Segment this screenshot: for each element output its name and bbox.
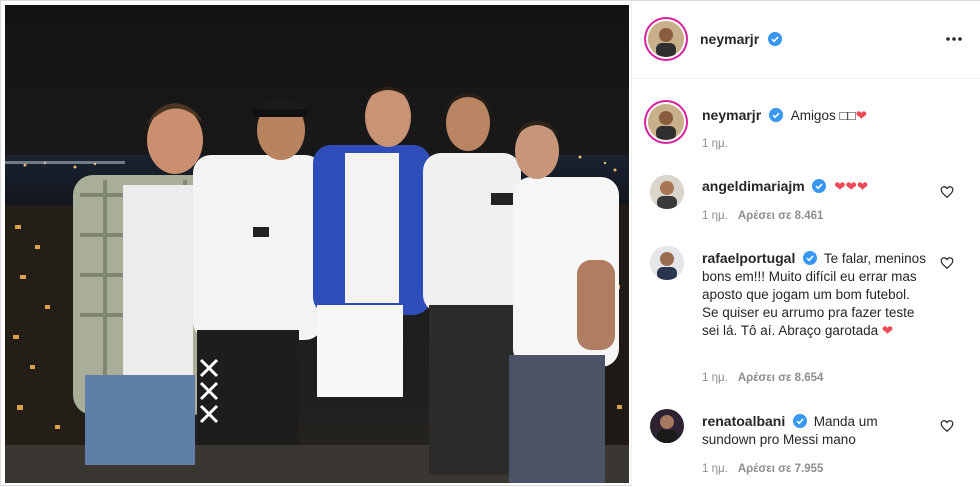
avatar-image: [650, 246, 684, 280]
like-heart-icon[interactable]: [940, 185, 954, 199]
caption-time[interactable]: 1 ημ.: [702, 138, 728, 150]
author-name-row: neymarjr: [700, 31, 782, 49]
comment-meta: 1 ημ. Αρέσει σε 7.955: [702, 463, 823, 475]
comment-meta: 1 ημ. Αρέσει σε 8.654: [702, 372, 823, 384]
avatar-image: [650, 175, 684, 209]
comment-likes[interactable]: Αρέσει σε 8.461: [738, 210, 824, 222]
commenter-avatar[interactable]: [650, 246, 684, 280]
like-heart-icon[interactable]: [940, 419, 954, 433]
caption-text: Amigos □□: [790, 108, 856, 123]
avatar-image: [648, 104, 684, 140]
post-sidebar: neymarjr neymarjr Amigos □□❤ 1 ημ. angel…: [631, 1, 980, 487]
avatar-image: [648, 21, 684, 57]
post-photo[interactable]: [5, 5, 629, 483]
verified-badge-icon: [812, 179, 827, 193]
photo-illustration: [5, 5, 629, 483]
hearts-emoji-icon: ❤❤❤: [834, 179, 869, 194]
verified-badge-icon: [803, 251, 818, 265]
comment-time[interactable]: 1 ημ.: [702, 372, 728, 384]
heart-emoji-icon: ❤: [881, 323, 894, 338]
comment-likes[interactable]: Αρέσει σε 8.654: [738, 372, 824, 384]
comment-text-row: renatoalbani Manda um sundown pro Messi …: [702, 412, 930, 449]
comment-meta: 1 ημ. Αρέσει σε 8.461: [702, 210, 823, 222]
comment-text-row: angeldimariajm ❤❤❤: [702, 177, 930, 196]
comment: angeldimariajm ❤❤❤ 1 ημ. Αρέσει σε 8.461: [632, 171, 980, 231]
commenter-avatar[interactable]: [650, 409, 684, 443]
comment-username[interactable]: angeldimariajm: [702, 178, 805, 194]
caption-text-row: neymarjr Amigos □□❤: [702, 106, 930, 125]
heart-emoji-icon: ❤: [855, 108, 868, 123]
comment-username[interactable]: rafaelportugal: [702, 250, 795, 266]
caption: neymarjr Amigos □□❤ 1 ημ.: [632, 98, 980, 158]
comment-likes[interactable]: Αρέσει σε 7.955: [738, 463, 824, 475]
post-header: neymarjr: [632, 1, 980, 79]
more-options-icon[interactable]: [944, 29, 964, 49]
verified-badge-icon: [793, 414, 808, 428]
instagram-post: neymarjr neymarjr Amigos □□❤ 1 ημ. angel…: [0, 0, 980, 487]
like-heart-icon[interactable]: [940, 256, 954, 270]
author-avatar[interactable]: [648, 21, 684, 57]
verified-badge-icon: [767, 32, 782, 46]
comment: renatoalbani Manda um sundown pro Messi …: [632, 407, 980, 485]
comment-text-row: rafaelportugal Te falar, meninos bons em…: [702, 249, 930, 340]
caption-username[interactable]: neymarjr: [702, 107, 761, 123]
comment-time[interactable]: 1 ημ.: [702, 210, 728, 222]
comment: rafaelportugal Te falar, meninos bons em…: [632, 244, 980, 394]
comment-username[interactable]: renatoalbani: [702, 413, 785, 429]
caption-avatar[interactable]: [648, 104, 684, 140]
avatar-image: [650, 409, 684, 443]
author-username[interactable]: neymarjr: [700, 31, 759, 47]
comment-time[interactable]: 1 ημ.: [702, 463, 728, 475]
verified-badge-icon: [768, 108, 783, 122]
commenter-avatar[interactable]: [650, 175, 684, 209]
